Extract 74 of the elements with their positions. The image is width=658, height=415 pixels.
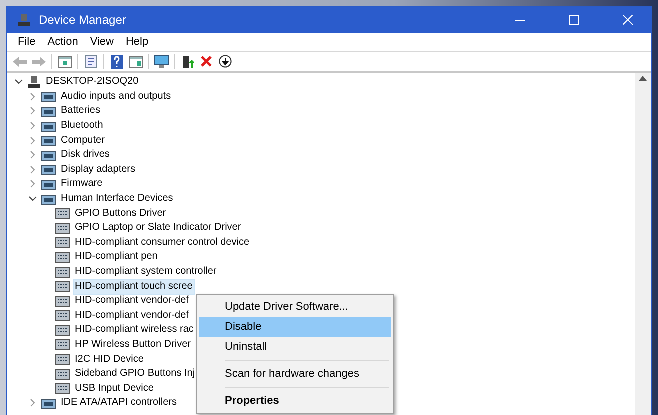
keyboard-icon <box>55 324 70 336</box>
tree-item[interactable]: Firmware <box>59 176 105 192</box>
tree-item[interactable]: HID-compliant vendor-def <box>73 308 191 324</box>
keyboard-icon <box>55 237 70 248</box>
device-icon <box>41 396 56 410</box>
keyboard-icon <box>55 208 70 220</box>
keyboard-icon <box>55 281 70 292</box>
tree-item[interactable]: HID-compliant pen <box>73 249 160 266</box>
tree-item[interactable]: USB Input Device <box>73 380 156 397</box>
keyboard-icon <box>55 310 70 322</box>
menu-item[interactable]: View <box>85 35 119 49</box>
maximize-icon <box>569 15 579 25</box>
device-icon <box>41 148 56 162</box>
device-icon <box>41 120 56 133</box>
menu-item[interactable]: Help <box>120 35 154 49</box>
device-icon <box>41 104 56 118</box>
download-icon <box>219 55 232 68</box>
properties-icon <box>84 55 96 68</box>
tree-item[interactable]: HP Wireless Button Driver <box>73 336 193 353</box>
tree-item[interactable]: IDE ATA/ATAPI controllers <box>59 395 179 412</box>
tree-item[interactable]: Computer <box>59 132 107 149</box>
keyboard-icon <box>55 383 70 394</box>
close-icon <box>623 15 633 25</box>
tree-item[interactable]: Audio inputs and outputs <box>59 88 174 105</box>
back-arrow-icon <box>12 56 26 66</box>
keyboard-icon <box>55 296 70 307</box>
keyboard-icon <box>55 266 70 278</box>
close-icon <box>201 56 212 67</box>
tree-item[interactable]: Sideband GPIO Buttons Inj <box>73 366 198 382</box>
panel-icon <box>128 56 142 68</box>
keyboard-icon <box>55 222 70 234</box>
device-update-icon <box>182 54 194 68</box>
tree-item[interactable]: HID-compliant vendor-def <box>73 293 191 310</box>
tree-item[interactable]: HID-compliant consumer control device <box>73 234 252 251</box>
context-menu-item[interactable]: Properties <box>199 391 391 411</box>
help-icon <box>110 54 122 68</box>
device-icon <box>41 163 56 176</box>
computer-icon <box>27 75 41 90</box>
tree-item[interactable]: Human Interface Devices <box>59 191 176 208</box>
tree-item[interactable]: GPIO Buttons Driver <box>73 206 168 222</box>
keyboard-icon <box>55 339 70 350</box>
tree-item[interactable]: HID-compliant touch scree <box>73 278 195 295</box>
panel-icon <box>58 56 72 68</box>
scrollbar[interactable] <box>635 73 651 415</box>
context-menu-item[interactable]: Uninstall <box>199 337 391 357</box>
tree-item[interactable]: Disk drives <box>59 147 112 164</box>
toolbar-button[interactable] <box>108 53 125 70</box>
menu-item[interactable]: Action <box>42 35 84 49</box>
context-menu-item[interactable]: Disable <box>199 317 391 337</box>
forward-arrow-icon <box>32 56 46 66</box>
device-icon <box>41 134 56 148</box>
monitor-icon <box>154 55 169 68</box>
context-menu-item[interactable]: Scan for hardware changes <box>199 364 391 384</box>
tree-item[interactable]: DESKTOP-2ISOQ20 <box>44 74 141 90</box>
tree-item[interactable]: GPIO Laptop or Slate Indicator Driver <box>73 220 244 236</box>
tree-item[interactable]: I2C HID Device <box>73 352 146 368</box>
keyboard-icon <box>55 354 70 366</box>
toolbar-button[interactable] <box>153 53 170 70</box>
tree-item[interactable]: Bluetooth <box>59 118 106 134</box>
window-title: Device Manager <box>39 13 128 27</box>
keyboard-icon <box>55 252 70 263</box>
tree-item[interactable]: Batteries <box>59 103 102 120</box>
context-menu-item[interactable]: Update Driver Software... <box>199 297 391 317</box>
device-icon <box>41 90 56 104</box>
toolbar-button[interactable] <box>217 53 234 70</box>
device-icon <box>41 192 56 206</box>
tree-item[interactable]: HID-compliant wireless rac <box>73 322 196 338</box>
computer-icon <box>17 13 31 27</box>
tree-item[interactable]: HID-compliant system controller <box>73 264 219 280</box>
keyboard-icon <box>55 368 70 380</box>
scroll-up-icon <box>639 76 647 81</box>
tree-item[interactable]: Display adapters <box>59 162 138 178</box>
device-icon <box>41 178 56 191</box>
menu-item[interactable]: File <box>13 35 41 49</box>
